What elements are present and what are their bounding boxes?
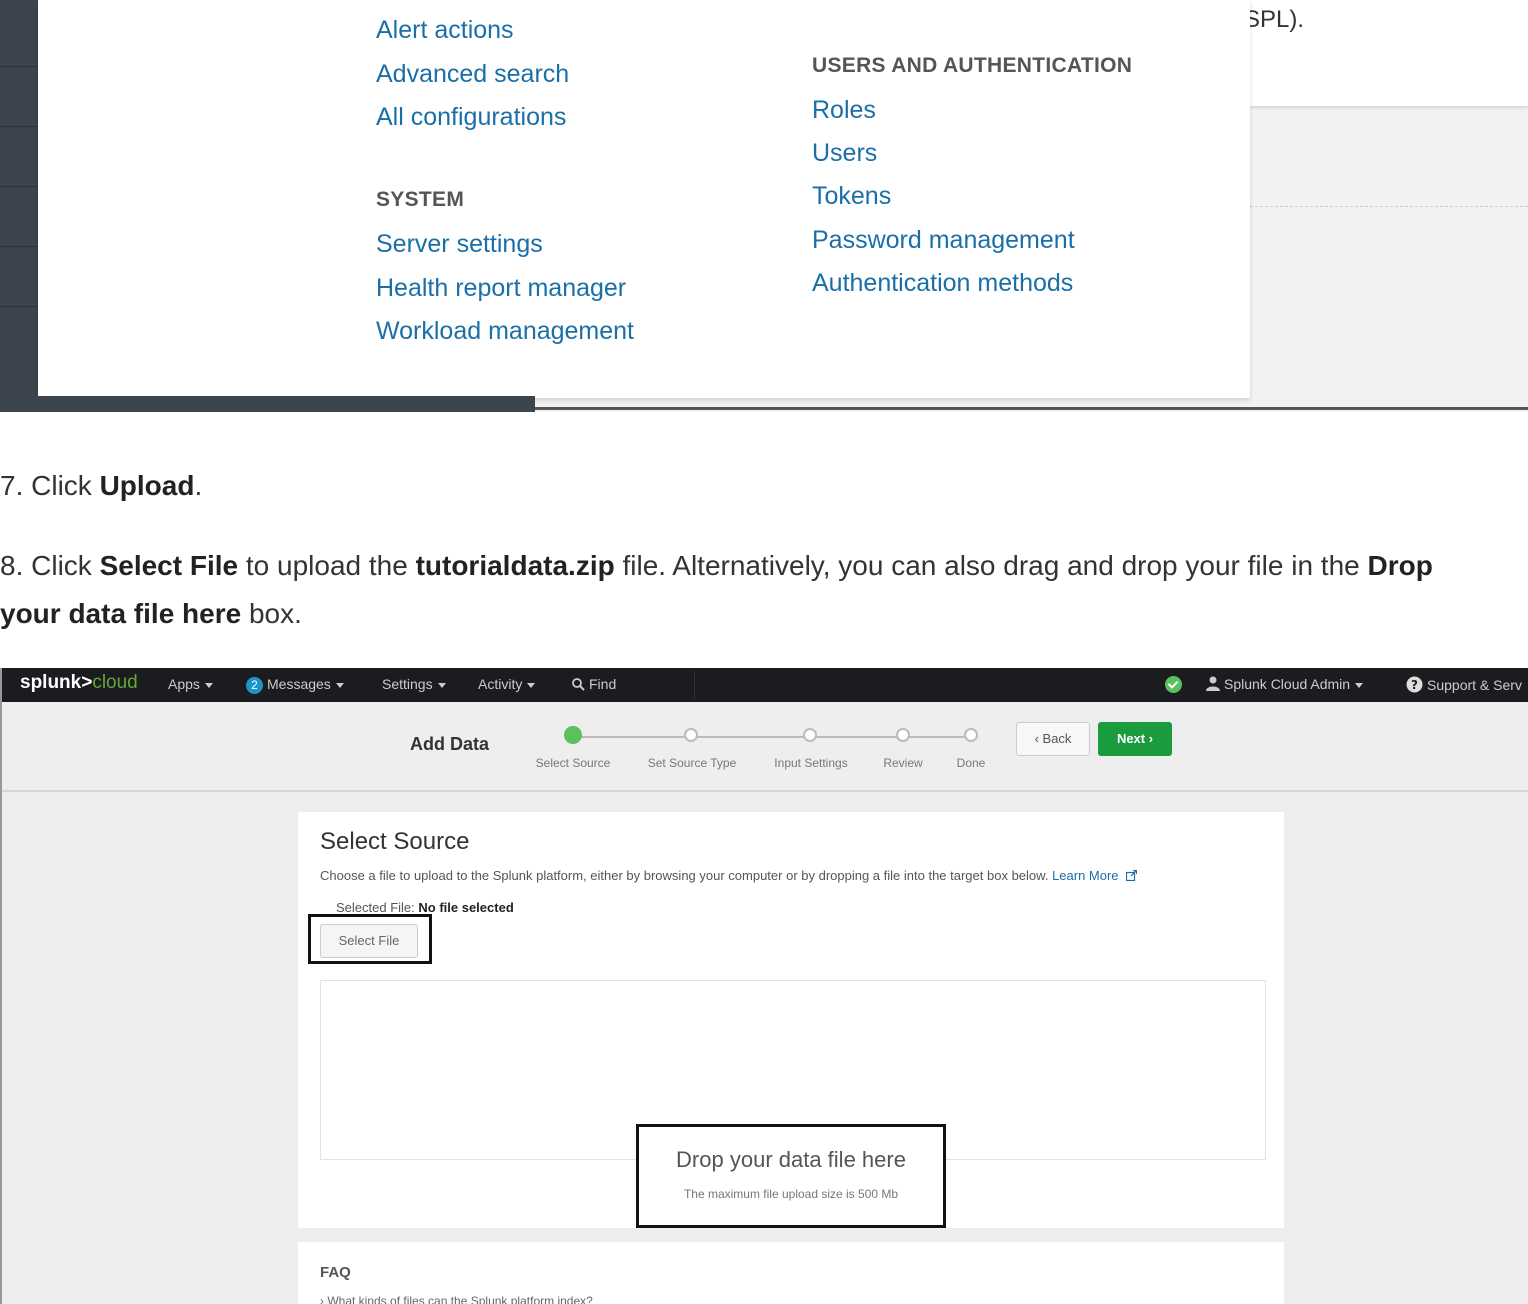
chevron-down-icon: [335, 682, 344, 688]
partial-text: SPL).: [1244, 6, 1305, 33]
menu-link-authentication-methods[interactable]: Authentication methods: [812, 269, 1073, 298]
wizard-step-dot-input-settings: [803, 728, 817, 742]
menu-link-server-settings[interactable]: Server settings: [376, 230, 543, 259]
next-button[interactable]: Next ›: [1098, 722, 1172, 756]
menu-heading-users-auth: USERS AND AUTHENTICATION: [812, 54, 1133, 77]
section-title: Select Source: [320, 828, 470, 855]
nav-messages[interactable]: 2 Messages: [246, 676, 344, 694]
wizard-step-label: Review: [883, 756, 923, 770]
user-icon: [1206, 676, 1220, 691]
top-navbar: splunk>cloud Apps 2 Messages Settings Act…: [2, 668, 1528, 702]
help-icon: ?: [1406, 676, 1423, 693]
wizard-step-label: Done: [956, 756, 986, 770]
faq-title: FAQ: [320, 1264, 351, 1281]
highlight-frame: [308, 914, 432, 964]
nav-user-menu[interactable]: Splunk Cloud Admin: [1206, 676, 1364, 692]
drop-size-note: The maximum file upload size is 500 Mb: [683, 1187, 899, 1201]
left-sidebar-strip: [0, 0, 40, 412]
wizard-step-dot-select-source: [564, 726, 582, 744]
messages-count-badge: 2: [246, 677, 263, 694]
settings-dropdown-menu: Alert actions Advanced search All config…: [38, 0, 1250, 398]
add-data-wizard-bar: Add Data Select Source Set Source Type I…: [2, 702, 1528, 792]
section-description: Choose a file to upload to the Splunk pl…: [320, 868, 1138, 883]
chevron-down-icon: [527, 682, 536, 688]
menu-link-users[interactable]: Users: [812, 139, 877, 168]
nav-find[interactable]: Find: [572, 676, 616, 692]
background-card: SPL).: [1244, 0, 1528, 106]
chevron-down-icon: [204, 682, 213, 688]
drop-target-box[interactable]: Drop your data file here The maximum fil…: [636, 1124, 946, 1228]
menu-link-roles[interactable]: Roles: [812, 96, 876, 125]
menu-link-tokens[interactable]: Tokens: [812, 182, 891, 211]
wizard-step-label: Set Source Type: [647, 756, 737, 770]
nav-settings[interactable]: Settings: [382, 676, 446, 692]
wizard-step-label: Input Settings: [774, 756, 848, 770]
splunk-logo[interactable]: splunk>cloud: [20, 672, 138, 694]
faq-question[interactable]: › What kinds of files can the Splunk pla…: [320, 1294, 593, 1304]
page-title: Add Data: [410, 734, 490, 754]
select-source-panel: Select Source Choose a file to upload to…: [298, 812, 1284, 1228]
learn-more-link[interactable]: Learn More: [1052, 868, 1138, 883]
menu-link-all-configurations[interactable]: All configurations: [376, 103, 566, 132]
add-data-screenshot: splunk>cloud Apps 2 Messages Settings Act…: [0, 668, 1528, 1304]
step-8-text-line2: your data file here box.: [0, 598, 302, 629]
wizard-step-dot-set-source-type: [684, 728, 698, 742]
chevron-down-icon: [1355, 682, 1364, 688]
health-status-icon[interactable]: [1165, 676, 1182, 693]
menu-heading-system: SYSTEM: [376, 188, 465, 211]
selected-file-status: Selected File: No file selected: [336, 900, 514, 915]
settings-menu-screenshot: SPL). Alert actions Advanced search All …: [0, 0, 1528, 412]
chevron-down-icon: [437, 682, 446, 688]
menu-link-workload-management[interactable]: Workload management: [376, 317, 634, 346]
back-button[interactable]: ‹ Back: [1016, 722, 1090, 756]
step-7-text: 7. Click Upload.: [0, 470, 203, 501]
external-link-icon: [1126, 869, 1138, 882]
menu-link-advanced-search[interactable]: Advanced search: [376, 60, 569, 89]
wizard-step-dot-review: [896, 728, 910, 742]
svg-text:?: ?: [1411, 678, 1418, 692]
wizard-progress-line: [573, 736, 971, 738]
menu-link-password-management[interactable]: Password management: [812, 226, 1075, 255]
nav-apps[interactable]: Apps: [168, 676, 213, 692]
faq-panel: FAQ › What kinds of files can the Splunk…: [298, 1242, 1284, 1304]
nav-support[interactable]: ? Support & Serv: [1406, 676, 1522, 693]
step-8-text-line1: 8. Click Select File to upload the tutor…: [0, 550, 1433, 581]
search-icon: [572, 678, 585, 691]
drop-title: Drop your data file here: [676, 1147, 906, 1172]
wizard-step-label: Select Source: [535, 756, 611, 770]
wizard-step-dot-done: [964, 728, 978, 742]
nav-activity[interactable]: Activity: [478, 676, 536, 692]
menu-link-alert-actions[interactable]: Alert actions: [376, 16, 514, 45]
menu-link-health-report-manager[interactable]: Health report manager: [376, 274, 626, 303]
